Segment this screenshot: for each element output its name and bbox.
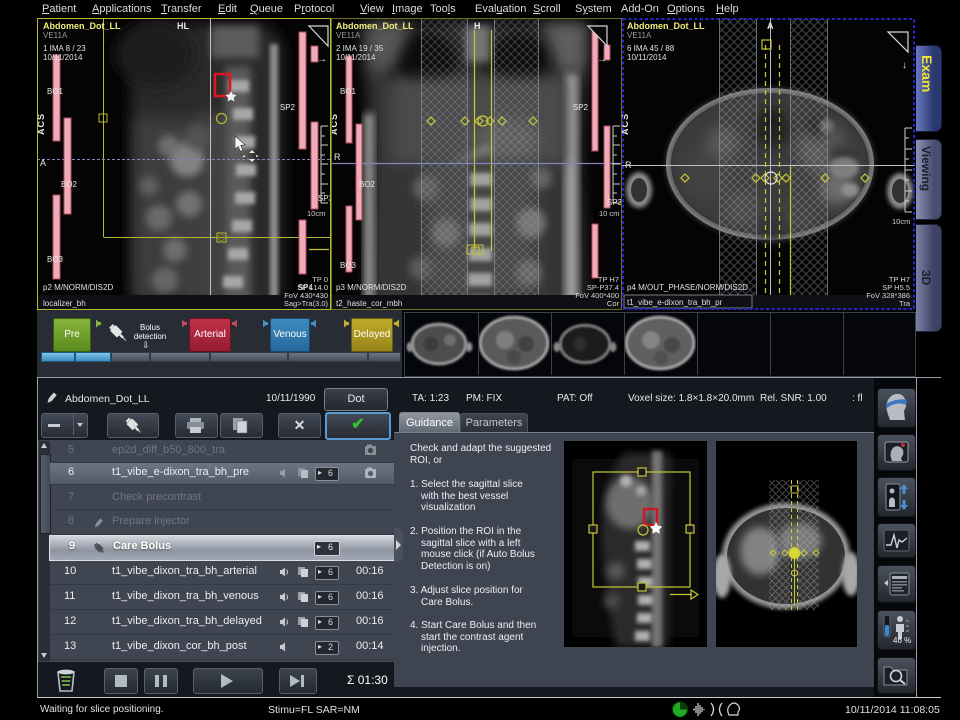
svg-text:p2 M/NORM/DIS2D: p2 M/NORM/DIS2D xyxy=(43,283,113,292)
svg-text:R: R xyxy=(625,160,632,170)
svg-text:localizer_bh: localizer_bh xyxy=(43,299,86,308)
svg-text:2 IMA 19 / 35: 2 IMA 19 / 35 xyxy=(336,44,384,53)
svg-text:10/11/2014: 10/11/2014 xyxy=(336,53,376,62)
svg-text:Tra: Tra xyxy=(899,299,911,308)
svg-text:p4 M/OUT_PHASE/NORM/DIS2D: p4 M/OUT_PHASE/NORM/DIS2D xyxy=(627,283,748,292)
svg-text:ACS: ACS xyxy=(37,113,46,135)
svg-text:SP2: SP2 xyxy=(280,103,296,112)
svg-text:HL: HL xyxy=(177,21,189,31)
svg-text:10cm: 10cm xyxy=(307,209,325,218)
svg-text:t2_haste_cor_mbh: t2_haste_cor_mbh xyxy=(336,299,402,308)
svg-text:BO1: BO1 xyxy=(340,87,357,96)
svg-text:A: A xyxy=(767,21,774,31)
svg-text:VE11A: VE11A xyxy=(43,31,68,40)
svg-text:10cm: 10cm xyxy=(892,217,910,226)
svg-text:Cor: Cor xyxy=(607,299,620,308)
svg-text:Abdomen_Dot_LL: Abdomen_Dot_LL xyxy=(627,21,705,31)
svg-text:ACS: ACS xyxy=(331,113,339,135)
svg-text:1 IMA 8 / 23: 1 IMA 8 / 23 xyxy=(43,44,86,53)
svg-text:p3 M/NORM/DIS2D: p3 M/NORM/DIS2D xyxy=(336,283,406,292)
svg-text:10 cm: 10 cm xyxy=(599,209,619,218)
svg-text:→: → xyxy=(317,54,327,65)
svg-text:SP2: SP2 xyxy=(573,103,589,112)
svg-text:H: H xyxy=(474,21,481,31)
svg-text:R: R xyxy=(334,152,341,162)
svg-text:VE11A: VE11A xyxy=(336,31,361,40)
svg-text:BO3: BO3 xyxy=(340,261,357,270)
svg-text:Abdomen_Dot_LL: Abdomen_Dot_LL xyxy=(43,21,121,31)
svg-text:A: A xyxy=(40,158,46,168)
svg-text:10/11/2014: 10/11/2014 xyxy=(627,53,667,62)
svg-text:VE11A: VE11A xyxy=(627,31,652,40)
svg-text:SP3: SP3 xyxy=(318,194,331,203)
svg-text:Sag>Tra(3.0): Sag>Tra(3.0) xyxy=(284,299,329,308)
svg-text:BO3: BO3 xyxy=(47,255,64,264)
svg-text:10/11/2014: 10/11/2014 xyxy=(43,53,83,62)
svg-text:→: → xyxy=(597,54,607,65)
svg-text:Abdomen_Dot_LL: Abdomen_Dot_LL xyxy=(336,21,414,31)
svg-text:↓: ↓ xyxy=(902,60,907,71)
svg-text:BO1: BO1 xyxy=(47,87,64,96)
svg-text:BO2: BO2 xyxy=(61,180,78,189)
svg-text:6 IMA 45 / 88: 6 IMA 45 / 88 xyxy=(627,44,675,53)
svg-text:BO2: BO2 xyxy=(359,180,376,189)
svg-text:t1_vibe_e-dixon_tra_bh_pr: t1_vibe_e-dixon_tra_bh_pr xyxy=(627,298,723,307)
